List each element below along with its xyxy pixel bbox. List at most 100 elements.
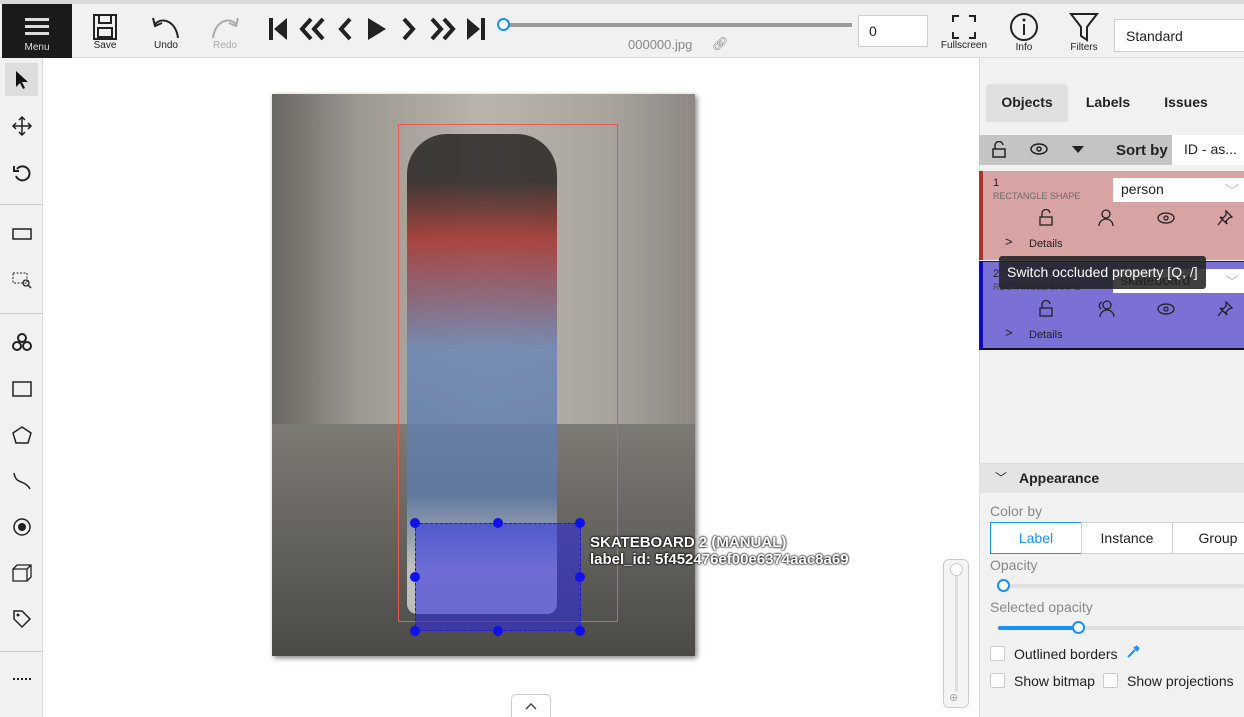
resize-handle[interactable] [410,518,420,528]
previous-frame-icon[interactable] [336,16,354,42]
redo-button[interactable]: Redo [207,14,243,51]
skateboard-bounding-box[interactable] [410,518,585,636]
object-item-1[interactable]: 1 RECTANGLE SHAPE person ﹀ > Details [979,171,1244,260]
resize-handle[interactable] [575,626,585,636]
fit-icon [11,227,32,240]
undo-label: Undo [154,40,178,51]
rotate-tool[interactable] [5,156,38,189]
show-bitmap-checkbox[interactable] [990,673,1005,688]
zoom-in-icon[interactable]: ⊕ [949,691,958,704]
eye-icon[interactable] [1157,303,1175,315]
link-icon[interactable]: 🔗︎ [712,36,729,52]
move-icon [11,115,32,136]
rectangle-tool[interactable] [5,372,38,405]
pin-icon[interactable] [1217,209,1233,227]
lock-icon[interactable] [1038,209,1054,227]
color-by-instance-option[interactable]: Instance [1081,522,1173,554]
resize-handle[interactable] [493,626,503,636]
appearance-header[interactable]: Appearance [979,463,1244,493]
next-frame-icon[interactable] [400,16,418,42]
filters-button[interactable]: Filters [1066,12,1102,53]
info-button[interactable]: Info [1006,12,1042,53]
resize-handle[interactable] [575,572,585,582]
polyline-icon [12,472,31,489]
occluded-icon[interactable] [1097,300,1115,318]
menu-button[interactable]: Menu [2,4,72,58]
chevron-right-icon[interactable]: > [1005,234,1013,249]
eye-icon[interactable] [1157,212,1175,224]
more-tools[interactable] [5,662,38,695]
zoom-slider-handle[interactable] [950,563,963,576]
lock-all-icon[interactable] [991,141,1007,159]
tab-labels[interactable]: Labels [1072,84,1144,122]
outlined-borders-checkbox[interactable] [990,646,1005,661]
show-projections-checkbox[interactable] [1103,673,1118,688]
top-bar [0,4,1244,58]
zoom-region-tool[interactable] [5,263,38,296]
polygon-tool[interactable] [5,418,38,451]
tooltip: Switch occluded property [Q, /] [999,256,1206,289]
selected-opacity-slider-handle[interactable] [1072,621,1085,634]
collapse-all-icon[interactable] [1072,146,1084,154]
lock-icon[interactable] [1038,300,1054,318]
fullscreen-icon [952,15,976,39]
resize-handle[interactable] [575,518,585,528]
first-frame-icon[interactable] [268,16,288,42]
workspace-select[interactable]: Standard [1114,19,1244,52]
save-label: Save [93,40,117,51]
show-projections-label: Show projections [1127,673,1234,689]
move-tool[interactable] [5,109,38,142]
opacity-slider[interactable] [998,584,1244,588]
sort-by-label: Sort by [1116,142,1168,159]
fit-image-tool[interactable] [5,217,38,250]
undo-button[interactable]: Undo [148,14,184,51]
details-toggle[interactable]: Details [1029,238,1063,250]
cursor-tool[interactable] [5,63,38,96]
fast-backward-icon[interactable] [297,16,327,42]
tag-tool[interactable] [5,602,38,635]
object-label-select[interactable]: person ﹀ [1113,178,1244,202]
resize-handle[interactable] [410,626,420,636]
cuboid-tool[interactable] [5,556,38,589]
frame-number-input[interactable]: 0 [858,15,928,47]
tab-objects[interactable]: Objects [986,84,1068,122]
divider [0,651,43,652]
color-by-label-option[interactable]: Label [990,522,1082,554]
object-text-label: SKATEBOARD 2 (MANUAL) label_id: 5f452476e… [590,534,849,568]
save-button[interactable]: Save [88,14,122,51]
eye-all-icon[interactable] [1030,143,1048,155]
resize-handle[interactable] [493,518,503,528]
rectangle-icon [11,380,32,397]
appearance-title: Appearance [1019,470,1100,486]
object-id: 1 [993,177,1000,189]
details-toggle[interactable]: Details [1029,329,1063,341]
frame-slider[interactable] [502,23,852,27]
points-tool[interactable] [5,510,38,543]
zoom-slider[interactable]: ⊕ [943,559,969,708]
pin-icon[interactable] [1217,300,1233,318]
chevron-down-icon: ﹀ [1225,183,1239,199]
divider [0,204,43,205]
polyline-tool[interactable] [5,464,38,497]
opacity-slider-handle[interactable] [997,579,1010,592]
chevron-down-icon: ﹀ [995,471,1008,485]
fullscreen-button[interactable]: Fullscreen [940,14,988,51]
last-frame-icon[interactable] [466,16,486,42]
resize-handle[interactable] [410,572,420,582]
filename: 000000.jpg [628,37,693,52]
ai-tools[interactable] [5,325,38,358]
expand-bottom-panel-button[interactable] [511,694,551,717]
color-picker-icon[interactable] [1126,645,1140,659]
fast-forward-icon[interactable] [428,16,458,42]
divider [0,313,43,314]
object-type: RECTANGLE SHAPE [993,191,1081,201]
undo-icon [152,17,179,39]
frame-slider-handle[interactable] [497,18,510,31]
chevron-right-icon[interactable]: > [1005,325,1013,340]
tab-issues[interactable]: Issues [1150,84,1222,122]
play-icon[interactable] [366,16,388,42]
occluded-icon[interactable] [1098,209,1114,227]
color-by-group-option[interactable]: Group [1172,522,1244,554]
redo-label: Redo [213,40,237,51]
sort-by-select[interactable]: ID - as... [1172,135,1244,165]
